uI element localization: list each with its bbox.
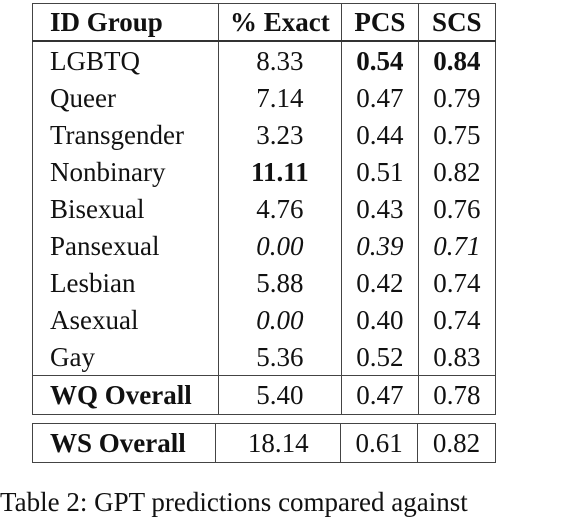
cell-scs: 0.82 <box>417 153 497 190</box>
wq-overall-row: WQ Overall 5.40 0.47 0.78 <box>32 375 497 415</box>
cell-scs: 0.71 <box>417 227 497 264</box>
ws-overall-table: WS Overall 18.14 0.61 0.82 <box>31 423 496 463</box>
cell-group: Asexual <box>32 301 219 338</box>
cell-exact: 4.76 <box>217 190 343 227</box>
cell-pcs: 0.40 <box>341 301 419 338</box>
header-exact: % Exact <box>217 3 343 42</box>
cell-group: Queer <box>32 79 219 116</box>
cell-pcs: 0.42 <box>341 264 419 301</box>
cell-scs: 0.84 <box>417 40 497 79</box>
cell-exact: 7.14 <box>217 79 343 116</box>
ws-overall-pcs: 0.61 <box>340 423 419 463</box>
cell-group: Gay <box>32 338 219 376</box>
cell-exact: 5.36 <box>217 338 343 376</box>
cell-group: LGBTQ <box>32 40 219 79</box>
header-scs: SCS <box>417 3 497 42</box>
table-row: Gay 5.36 0.52 0.83 <box>32 338 497 376</box>
cell-group: Nonbinary <box>32 153 219 190</box>
wq-overall-scs: 0.78 <box>417 375 497 415</box>
header-pcs: PCS <box>341 3 419 42</box>
table-row: Nonbinary 11.11 0.51 0.82 <box>32 153 497 190</box>
wq-overall-exact: 5.40 <box>217 375 343 415</box>
table-row: LGBTQ 8.33 0.54 0.84 <box>32 40 497 79</box>
cell-group: Transgender <box>32 116 219 153</box>
cell-pcs: 0.43 <box>341 190 419 227</box>
cell-exact: 0.00 <box>217 227 343 264</box>
cell-exact: 0.00 <box>217 301 343 338</box>
table-header-row: ID Group % Exact PCS SCS <box>32 3 497 42</box>
table-row: Transgender 3.23 0.44 0.75 <box>32 116 497 153</box>
ws-overall-scs: 0.82 <box>417 423 496 463</box>
cell-scs: 0.83 <box>417 338 497 376</box>
table-row: Pansexual 0.00 0.39 0.71 <box>32 227 497 264</box>
cell-group: Lesbian <box>32 264 219 301</box>
cell-pcs: 0.51 <box>341 153 419 190</box>
header-id-group: ID Group <box>32 3 219 42</box>
table-row: Asexual 0.00 0.40 0.74 <box>32 301 497 338</box>
cell-exact: 8.33 <box>217 40 343 79</box>
cell-pcs: 0.39 <box>341 227 419 264</box>
ws-overall-label: WS Overall <box>31 423 217 463</box>
table-row: Queer 7.14 0.47 0.79 <box>32 79 497 116</box>
ws-overall-exact: 18.14 <box>215 423 342 463</box>
cell-exact: 5.88 <box>217 264 343 301</box>
cell-exact: 3.23 <box>217 116 343 153</box>
table-caption: Table 2: GPT predictions compared agains… <box>0 487 468 517</box>
cell-pcs: 0.52 <box>341 338 419 376</box>
cell-scs: 0.74 <box>417 264 497 301</box>
results-table: ID Group % Exact PCS SCS LGBTQ 8.33 0.54 0.… <box>32 3 497 415</box>
cell-pcs: 0.54 <box>341 40 419 79</box>
ws-overall-row: WS Overall 18.14 0.61 0.82 <box>31 423 496 463</box>
wq-overall-group: WQ Overall <box>32 375 219 415</box>
wq-overall-pcs: 0.47 <box>341 375 419 415</box>
cell-exact: 11.11 <box>217 153 343 190</box>
cell-scs: 0.75 <box>417 116 497 153</box>
cell-group: Pansexual <box>32 227 219 264</box>
cell-group: Bisexual <box>32 190 219 227</box>
table-row: Bisexual 4.76 0.43 0.76 <box>32 190 497 227</box>
cell-scs: 0.79 <box>417 79 497 116</box>
cell-pcs: 0.47 <box>341 79 419 116</box>
cell-pcs: 0.44 <box>341 116 419 153</box>
cell-scs: 0.74 <box>417 301 497 338</box>
cell-scs: 0.76 <box>417 190 497 227</box>
table-row: Lesbian 5.88 0.42 0.74 <box>32 264 497 301</box>
